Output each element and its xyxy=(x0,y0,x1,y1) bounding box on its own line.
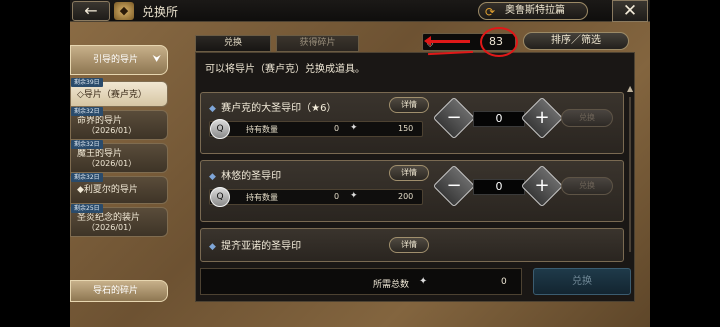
chapter-select-button[interactable]: ⟳ 奥鲁斯特拉篇 xyxy=(478,2,588,20)
remaining-days-badge: 剩余32日 xyxy=(71,173,103,182)
sidebar-item-label: 魔王的导片 xyxy=(77,149,123,159)
item-exchange-button[interactable]: 兑换 xyxy=(561,177,613,195)
back-button[interactable]: ← xyxy=(72,1,110,21)
item-exchange-button[interactable]: 兑换 xyxy=(561,109,613,127)
sidebar-item-label: 圣炎纪念的装片 xyxy=(77,213,141,223)
exchange-button[interactable]: 兑换 xyxy=(533,268,631,295)
scrollbar[interactable] xyxy=(629,97,631,252)
minus-icon: − xyxy=(446,107,462,128)
exchange-item-card: ◆ 提齐亚诺的圣导印 详情 xyxy=(200,228,624,262)
chapter-label: 奥鲁斯特拉篇 xyxy=(505,5,565,16)
remaining-days-badge: 剩余39日 xyxy=(71,78,103,87)
sidebar-item-label: ◆利夏尔的导片 xyxy=(77,185,138,195)
refresh-icon: ⟳ xyxy=(485,5,496,19)
quantity-plus-button[interactable]: + xyxy=(520,96,564,140)
owned-label: 持有数量 xyxy=(246,193,278,202)
cost-currency-icon: ✦ xyxy=(350,191,358,201)
detail-button[interactable]: 详情 xyxy=(389,237,429,253)
sidebar-item-mingjie[interactable]: 剩余32日 命界的导片 （2026/01） xyxy=(70,107,168,140)
owned-count: 0 xyxy=(334,124,340,133)
owned-count: 0 xyxy=(334,192,340,201)
remaining-days-badge: 剩余32日 xyxy=(71,140,103,149)
annotation-arrow xyxy=(424,36,470,46)
total-bar: 所需总数 ✦ 0 xyxy=(200,268,522,295)
quantity-minus-button[interactable]: − xyxy=(432,164,476,208)
gem-icon: ◆ xyxy=(209,242,216,252)
sidebar-item-sub: （2026/01） xyxy=(87,223,137,232)
sidebar-item-label: ◇导片（赛卢克） xyxy=(77,90,147,100)
right-letterbox xyxy=(650,0,720,327)
owned-label: 持有数量 xyxy=(246,125,278,134)
item-name: 提齐亚诺的圣导印 xyxy=(221,241,302,252)
sort-filter-button[interactable]: 排序／筛选 xyxy=(523,32,629,50)
page-title: 兑换所 xyxy=(142,5,179,19)
sidebar-item-richard[interactable]: 剩余32日 ◆利夏尔的导片 xyxy=(70,173,168,204)
cost-currency-icon: ✦ xyxy=(350,123,358,133)
sidebar-item-demon-king[interactable]: 剩余32日 魔王的导片 （2026/01） xyxy=(70,140,168,173)
gem-icon: ◆ xyxy=(209,172,216,182)
quantity-value: 0 xyxy=(473,179,525,195)
tab-obtain-fragments[interactable]: 获得碎片 xyxy=(276,35,359,52)
intro-text: 可以将导片（赛卢克）兑换成道具。 xyxy=(205,64,365,75)
left-letterbox xyxy=(0,0,70,327)
close-button[interactable]: ✕ xyxy=(612,0,648,22)
sidebar-item-guide-stone-fragments[interactable]: 导石的碎片 xyxy=(70,280,168,302)
owned-row: Q 持有数量 0 ✦ 200 xyxy=(209,187,423,207)
cost-currency-icon: ✦ xyxy=(419,276,428,287)
remaining-days-badge: 剩余32日 xyxy=(71,107,103,116)
plus-icon: + xyxy=(534,107,550,128)
sidebar-item-sub: （2026/01） xyxy=(87,126,137,135)
tab-exchange[interactable]: 兑换 xyxy=(195,35,271,52)
sidebar-section-header[interactable]: 引导的导片 ⮟ xyxy=(70,45,168,75)
item-name: 赛卢克的大圣导印（★6） xyxy=(221,103,337,114)
sidebar-item-selukh[interactable]: 剩余39日 ◇导片（赛卢克） xyxy=(70,78,168,107)
sidebar-item-label: 命界的导片 xyxy=(77,116,123,126)
chevron-down-icon: ⮟ xyxy=(152,54,162,65)
quantity-plus-button[interactable]: + xyxy=(520,164,564,208)
detail-button[interactable]: 详情 xyxy=(389,97,429,113)
sidebar-item-sub: （2026/01） xyxy=(87,159,137,168)
detail-button[interactable]: 详情 xyxy=(389,165,429,181)
exchange-shop-icon: ◆ xyxy=(114,2,134,20)
magnifier-icon[interactable]: Q xyxy=(210,119,230,139)
item-cost: 200 xyxy=(398,192,414,201)
total-value: 0 xyxy=(501,277,507,287)
gem-icon: ◆ xyxy=(209,104,216,114)
quantity-value: 0 xyxy=(473,111,525,127)
item-name: 林悠的圣导印 xyxy=(221,171,282,182)
sidebar: 引导的导片 ⮟ 剩余39日 ◇导片（赛卢克） 剩余32日 命界的导片 （2026… xyxy=(70,45,168,237)
quantity-minus-button[interactable]: − xyxy=(432,96,476,140)
annotation-circle xyxy=(480,27,518,57)
item-cost: 150 xyxy=(398,124,414,133)
owned-row: Q 持有数量 0 ✦ 150 xyxy=(209,119,423,139)
magnifier-icon[interactable]: Q xyxy=(210,187,230,207)
total-label: 所需总数 xyxy=(373,280,410,290)
plus-icon: + xyxy=(534,175,550,196)
sidebar-item-holy-flame[interactable]: 剩余25日 圣炎纪念的装片 （2026/01） xyxy=(70,204,168,237)
remaining-days-badge: 剩余25日 xyxy=(71,204,103,213)
exchange-item-card: ◆ 赛卢克的大圣导印（★6） 详情 Q 持有数量 0 ✦ 150 − 0 + 兑… xyxy=(200,92,624,154)
minus-icon: − xyxy=(446,175,462,196)
sidebar-section-title: 引导的导片 xyxy=(93,55,139,65)
exchange-item-card: ◆ 林悠的圣导印 详情 Q 持有数量 0 ✦ 200 − 0 + 兑换 xyxy=(200,160,624,222)
scroll-up-icon[interactable]: ▲ xyxy=(627,84,633,93)
